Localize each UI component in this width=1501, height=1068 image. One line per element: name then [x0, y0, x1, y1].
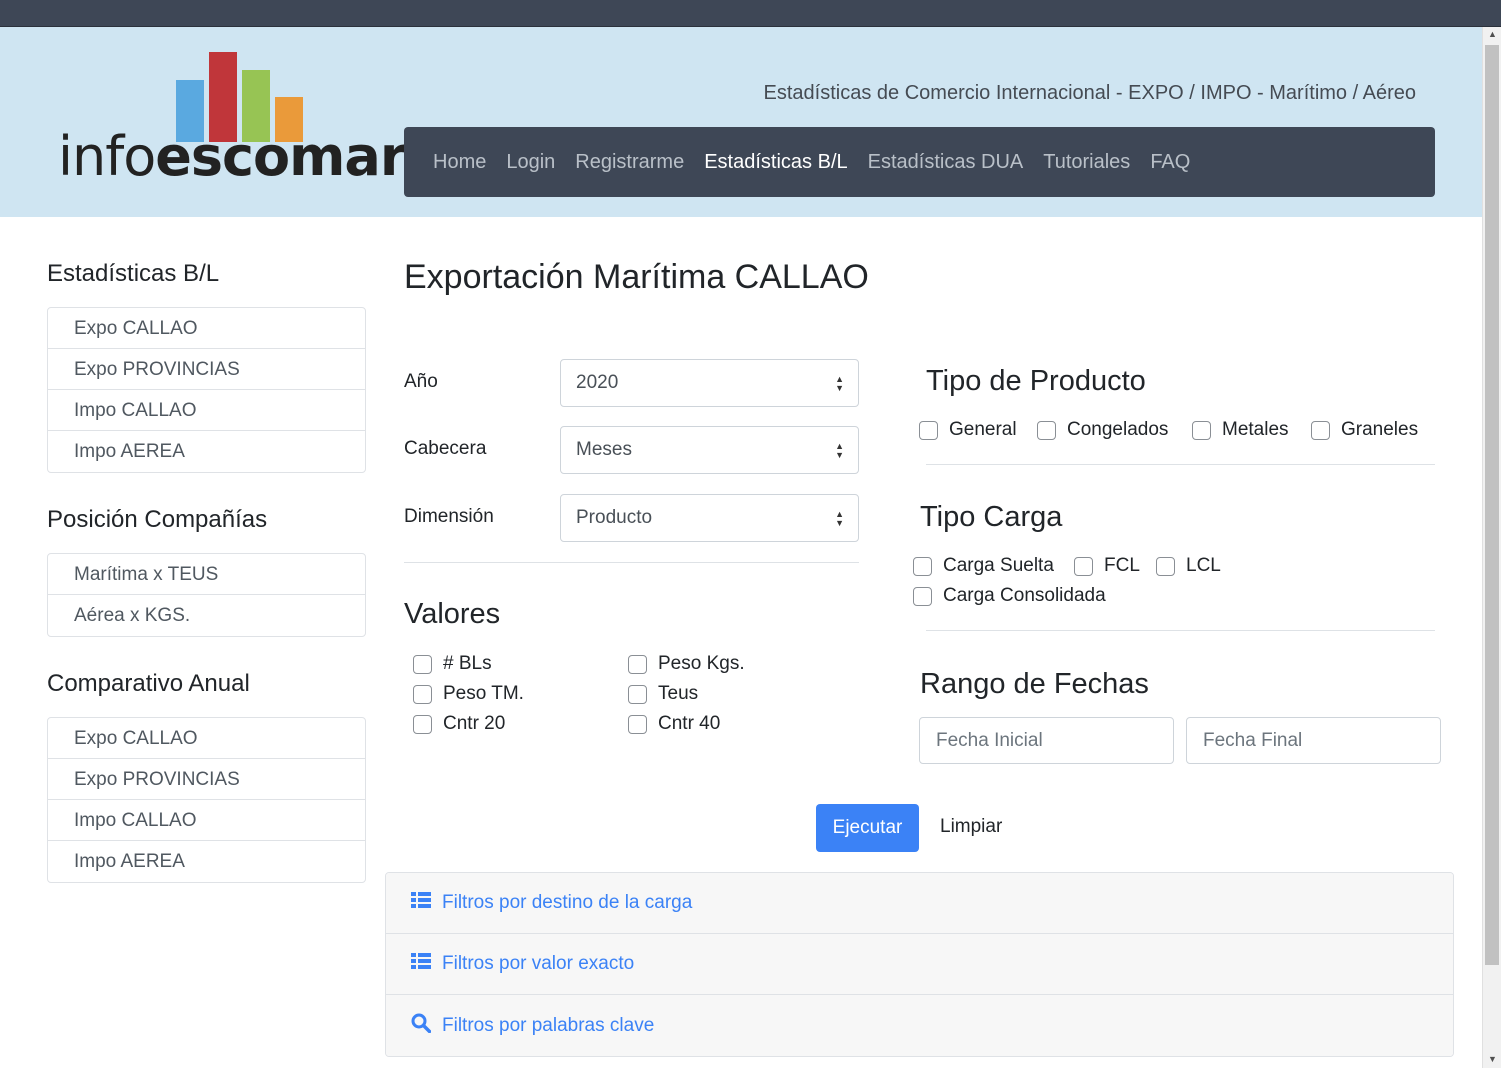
site-logo[interactable]: infoescomar: [58, 50, 407, 195]
fecha-final-input[interactable]: Fecha Final: [1186, 717, 1441, 764]
site-tagline: Estadísticas de Comercio Internacional -…: [763, 82, 1416, 104]
anio-select[interactable]: 2020 ▲ ▼: [560, 359, 859, 407]
anio-row: Año 2020 ▲ ▼: [404, 359, 859, 407]
filters-accordion: Filtros por destino de la carga Filtros …: [385, 872, 1454, 1057]
page-scrollbar[interactable]: ▲ ▼: [1482, 27, 1501, 1068]
page-title: Exportación Marítima CALLAO: [404, 258, 869, 296]
sidebar-list-comparativo-anual: Expo CALLAO Expo PROVINCIAS Impo CALLAO …: [47, 717, 366, 883]
sidebar-item-comp-impo-callao[interactable]: Impo CALLAO: [48, 800, 365, 841]
carga-consolidada-checkbox[interactable]: Carga Consolidada: [913, 585, 1106, 607]
valor-cntr20-checkbox[interactable]: Cntr 20: [413, 713, 505, 735]
producto-general-checkbox[interactable]: General: [919, 419, 1017, 441]
accordion-palabras-clave-label: Filtros por palabras clave: [442, 1014, 655, 1036]
accordion-destino-carga[interactable]: Filtros por destino de la carga: [386, 873, 1453, 934]
browser-top-bar: [0, 0, 1501, 27]
nav-home[interactable]: Home: [433, 151, 486, 174]
valores-title: Valores: [404, 598, 501, 630]
valor-bls-checkbox[interactable]: # BLs: [413, 653, 492, 675]
main-navbar: Home Login Registrarme Estadísticas B/L …: [404, 127, 1435, 197]
site-header: infoescomar Estadísticas de Comercio Int…: [0, 27, 1482, 217]
producto-metales-checkbox[interactable]: Metales: [1192, 419, 1289, 441]
carga-suelta-checkbox[interactable]: Carga Suelta: [913, 555, 1054, 577]
dimension-select-value: Producto: [576, 507, 653, 528]
divider: [404, 562, 859, 563]
select-arrows-icon: ▲ ▼: [835, 509, 844, 528]
tipo-producto-title: Tipo de Producto: [926, 365, 1146, 397]
valor-cntr40-checkbox[interactable]: Cntr 40: [628, 713, 720, 735]
sidebar-title-posicion-companias: Posición Compañías: [47, 506, 268, 533]
nav-faq[interactable]: FAQ: [1150, 151, 1190, 174]
limpiar-button[interactable]: Limpiar: [940, 816, 1002, 838]
producto-graneles-checkbox[interactable]: Graneles: [1311, 419, 1418, 441]
scrollbar-thumb[interactable]: [1485, 45, 1499, 965]
sidebar-list-estadisticas-bl: Expo CALLAO Expo PROVINCIAS Impo CALLAO …: [47, 307, 366, 473]
logo-wordmark: infoescomar: [58, 125, 407, 188]
nav-login[interactable]: Login: [506, 151, 555, 174]
accordion-palabras-clave[interactable]: Filtros por palabras clave: [386, 995, 1453, 1056]
producto-congelados-checkbox[interactable]: Congelados: [1037, 419, 1168, 441]
sidebar-item-impo-aerea[interactable]: Impo AEREA: [48, 431, 365, 472]
nav-estadisticas-dua[interactable]: Estadísticas DUA: [868, 151, 1024, 174]
sidebar-item-impo-callao[interactable]: Impo CALLAO: [48, 390, 365, 431]
sidebar-item-comp-expo-callao[interactable]: Expo CALLAO: [48, 718, 365, 759]
sidebar-item-expo-callao[interactable]: Expo CALLAO: [48, 308, 365, 349]
carga-fcl-checkbox[interactable]: FCL: [1074, 555, 1140, 577]
carga-lcl-checkbox[interactable]: LCL: [1156, 555, 1221, 577]
nav-tutoriales[interactable]: Tutoriales: [1043, 151, 1130, 174]
sidebar-list-posicion-companias: Marítima x TEUS Aérea x KGS.: [47, 553, 366, 637]
ejecutar-button[interactable]: Ejecutar: [816, 804, 919, 852]
dimension-label: Dimensión: [404, 506, 494, 527]
nav-estadisticas-bl[interactable]: Estadísticas B/L: [704, 151, 847, 174]
search-icon: [411, 1013, 432, 1039]
divider: [926, 464, 1435, 465]
list-icon: [411, 891, 431, 915]
dimension-select[interactable]: Producto ▲ ▼: [560, 494, 859, 542]
cabecera-label: Cabecera: [404, 438, 487, 459]
sidebar-title-comparativo-anual: Comparativo Anual: [47, 670, 250, 697]
sidebar-title-estadisticas-bl: Estadísticas B/L: [47, 260, 220, 287]
nav-registrarme[interactable]: Registrarme: [575, 151, 684, 174]
rango-fechas-title: Rango de Fechas: [920, 668, 1149, 700]
sidebar: Estadísticas B/L Expo CALLAO Expo PROVIN…: [47, 248, 366, 904]
select-arrows-icon: ▲ ▼: [835, 374, 844, 393]
accordion-valor-exacto[interactable]: Filtros por valor exacto: [386, 934, 1453, 995]
valor-peso-tm-checkbox[interactable]: Peso TM.: [413, 683, 524, 705]
tipo-carga-title: Tipo Carga: [920, 501, 1063, 533]
scroll-up-arrow-icon[interactable]: ▲: [1488, 29, 1497, 39]
sidebar-item-expo-provincias[interactable]: Expo PROVINCIAS: [48, 349, 365, 390]
select-arrows-icon: ▲ ▼: [835, 441, 844, 460]
divider: [926, 630, 1435, 631]
accordion-destino-carga-label: Filtros por destino de la carga: [442, 892, 693, 913]
accordion-valor-exacto-label: Filtros por valor exacto: [442, 953, 635, 974]
cabecera-select-value: Meses: [576, 439, 632, 460]
fecha-inicial-input[interactable]: Fecha Inicial: [919, 717, 1174, 764]
valor-teus-checkbox[interactable]: Teus: [628, 683, 698, 705]
sidebar-item-aerea-kgs[interactable]: Aérea x KGS.: [48, 595, 365, 636]
valor-peso-kgs-checkbox[interactable]: Peso Kgs.: [628, 653, 745, 675]
scroll-down-arrow-icon[interactable]: ▼: [1488, 1054, 1497, 1064]
anio-select-value: 2020: [576, 372, 619, 393]
cabecera-row: Cabecera Meses ▲ ▼: [404, 426, 859, 474]
sidebar-item-maritima-teus[interactable]: Marítima x TEUS: [48, 554, 365, 595]
sidebar-item-comp-expo-provincias[interactable]: Expo PROVINCIAS: [48, 759, 365, 800]
cabecera-select[interactable]: Meses ▲ ▼: [560, 426, 859, 474]
dimension-row: Dimensión Producto ▲ ▼: [404, 494, 859, 542]
list-icon: [411, 952, 431, 976]
sidebar-item-comp-impo-aerea[interactable]: Impo AEREA: [48, 841, 365, 882]
anio-label: Año: [404, 371, 438, 392]
